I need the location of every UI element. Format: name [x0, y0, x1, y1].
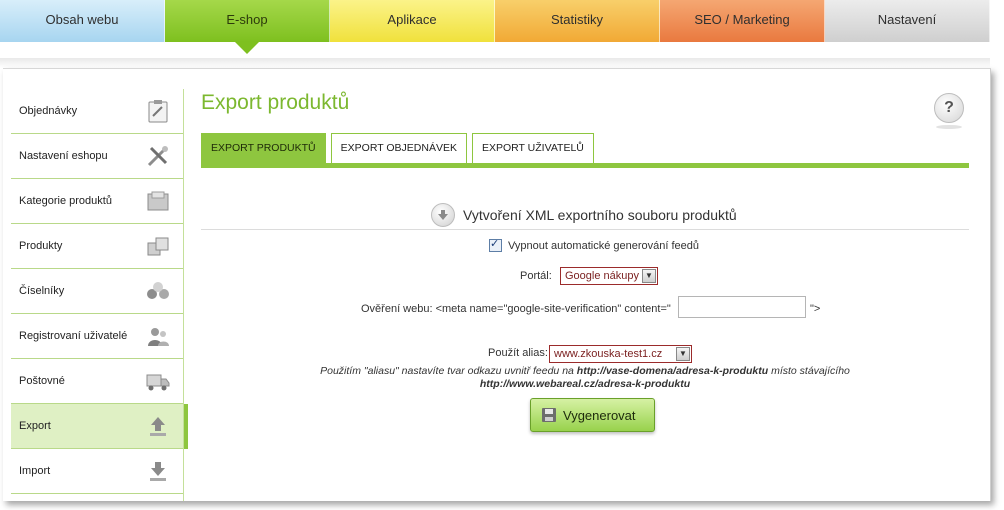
sidebar-item-ciselniky[interactable]: Číselníky — [11, 269, 183, 314]
sidebar-divider — [183, 89, 184, 501]
sidebar-item-label: Import — [19, 465, 51, 477]
verification-label: Ověření webu: <meta name="google-site-ve… — [361, 303, 671, 315]
top-tab-obsah-webu[interactable]: Obsah webu — [0, 0, 165, 42]
page-title: Export produktů — [201, 91, 350, 114]
generate-button[interactable]: Vygenerovat — [530, 398, 655, 432]
auto-feed-row: Vypnout automatické generování feedů — [489, 237, 700, 252]
nav-shadow — [0, 58, 990, 68]
top-tab-statistiky[interactable]: Statistiky — [495, 0, 660, 42]
portal-label: Portál: — [520, 270, 552, 282]
section-title: Vytvoření XML exportního souboru produkt… — [463, 207, 737, 223]
alias-select[interactable]: www.zkouska-test1.cz ▼ — [549, 345, 692, 363]
alias-label: Použít alias: — [488, 347, 548, 359]
sidebar-item-label: Kategorie produktů — [19, 195, 112, 207]
sidebar-item-registrovani-uzivatele[interactable]: Registrovaní uživatelé — [11, 314, 183, 359]
verification-end: "> — [810, 303, 821, 315]
sidebar-item-import[interactable]: Import — [11, 449, 183, 494]
sidebar-item-nastaveni-eshopu[interactable]: Nastavení eshopu — [11, 134, 183, 179]
sidebar-item-label: Poštovné — [19, 375, 65, 387]
auto-feed-checkbox[interactable] — [489, 237, 502, 252]
note-url-current: http://www.webareal.cz/adresa-k-produktu — [479, 378, 691, 390]
sidebar-item-label: Produkty — [19, 240, 63, 252]
numbers-icon — [145, 278, 171, 304]
alias-select-value: www.zkouska-test1.cz — [554, 348, 663, 360]
top-tab-seo-marketing[interactable]: SEO / Marketing — [660, 0, 825, 42]
tab-export-produktu[interactable]: EXPORT PRODUKTŮ — [201, 133, 326, 163]
tools-icon — [145, 143, 171, 169]
portal-select-value: Google nákupy — [565, 270, 639, 282]
alias-note: Použitím "aliasu" nastavíte tvar odkazu … — [201, 365, 969, 391]
top-tab-e-shop[interactable]: E-shop — [165, 0, 330, 54]
auto-feed-label: Vypnout automatické generování feedů — [508, 239, 700, 252]
note-url-new: http://vase-domena/adresa-k-produktu — [576, 365, 769, 377]
clipboard-icon — [145, 98, 171, 124]
users-icon — [145, 323, 171, 349]
boxes-icon — [145, 233, 171, 259]
chevron-down-icon[interactable]: ▼ — [676, 347, 690, 361]
sidebar-item-label: Registrovaní uživatelé — [19, 330, 128, 342]
tab-export-uzivatelu[interactable]: EXPORT UŽIVATELŮ — [471, 133, 594, 163]
section-heading: Vytvoření XML exportního souboru produkt… — [431, 203, 737, 227]
sidebar-item-label: Nastavení eshopu — [19, 150, 108, 162]
generate-button-label: Vygenerovat — [563, 407, 636, 423]
sidebar-item-produkty[interactable]: Produkty — [11, 224, 183, 269]
note-prefix: Použitím "aliasu" nastavíte tvar odkazu … — [320, 365, 577, 377]
sidebar-item-label: Export — [19, 420, 51, 432]
chevron-down-icon[interactable]: ▼ — [642, 269, 656, 283]
sidebar-item-label: Číselníky — [19, 285, 65, 297]
main-frame: Objednávky Nastavení eshopu Kategorie pr… — [3, 68, 991, 501]
sidebar-item-objednavky[interactable]: Objednávky — [11, 89, 183, 134]
sidebar-item-postovne[interactable]: Poštovné — [11, 359, 183, 404]
sidebar-item-label: Objednávky — [19, 105, 78, 117]
tab-export-objednavek[interactable]: EXPORT OBJEDNÁVEK — [330, 133, 467, 163]
download-icon — [145, 458, 171, 484]
sidebar-item-export[interactable]: Export — [11, 404, 188, 449]
portal-select[interactable]: Google nákupy ▼ — [560, 267, 658, 285]
tab-underline — [201, 163, 969, 168]
sidebar: Objednávky Nastavení eshopu Kategorie pr… — [11, 89, 188, 494]
section-divider — [201, 229, 969, 230]
download-arrow-icon — [431, 203, 455, 227]
sidebar-item-kategorie-produktu[interactable]: Kategorie produktů — [11, 179, 183, 224]
save-disk-icon — [541, 407, 557, 423]
top-tab-aplikace[interactable]: Aplikace — [330, 0, 495, 42]
truck-icon — [145, 368, 171, 394]
verification-input[interactable] — [678, 296, 806, 318]
top-tab-nastaveni[interactable]: Nastavení — [825, 0, 990, 42]
help-icon-shadow — [936, 125, 962, 129]
export-tabs: EXPORT PRODUKTŮ EXPORT OBJEDNÁVEK EXPORT… — [201, 133, 599, 163]
categories-icon — [145, 188, 171, 214]
help-icon[interactable]: ? — [934, 93, 964, 123]
top-navigation: Obsah webu E-shop Aplikace Statistiky SE… — [0, 0, 990, 54]
note-middle: místo stávajícího — [768, 365, 850, 377]
upload-icon — [145, 413, 171, 439]
